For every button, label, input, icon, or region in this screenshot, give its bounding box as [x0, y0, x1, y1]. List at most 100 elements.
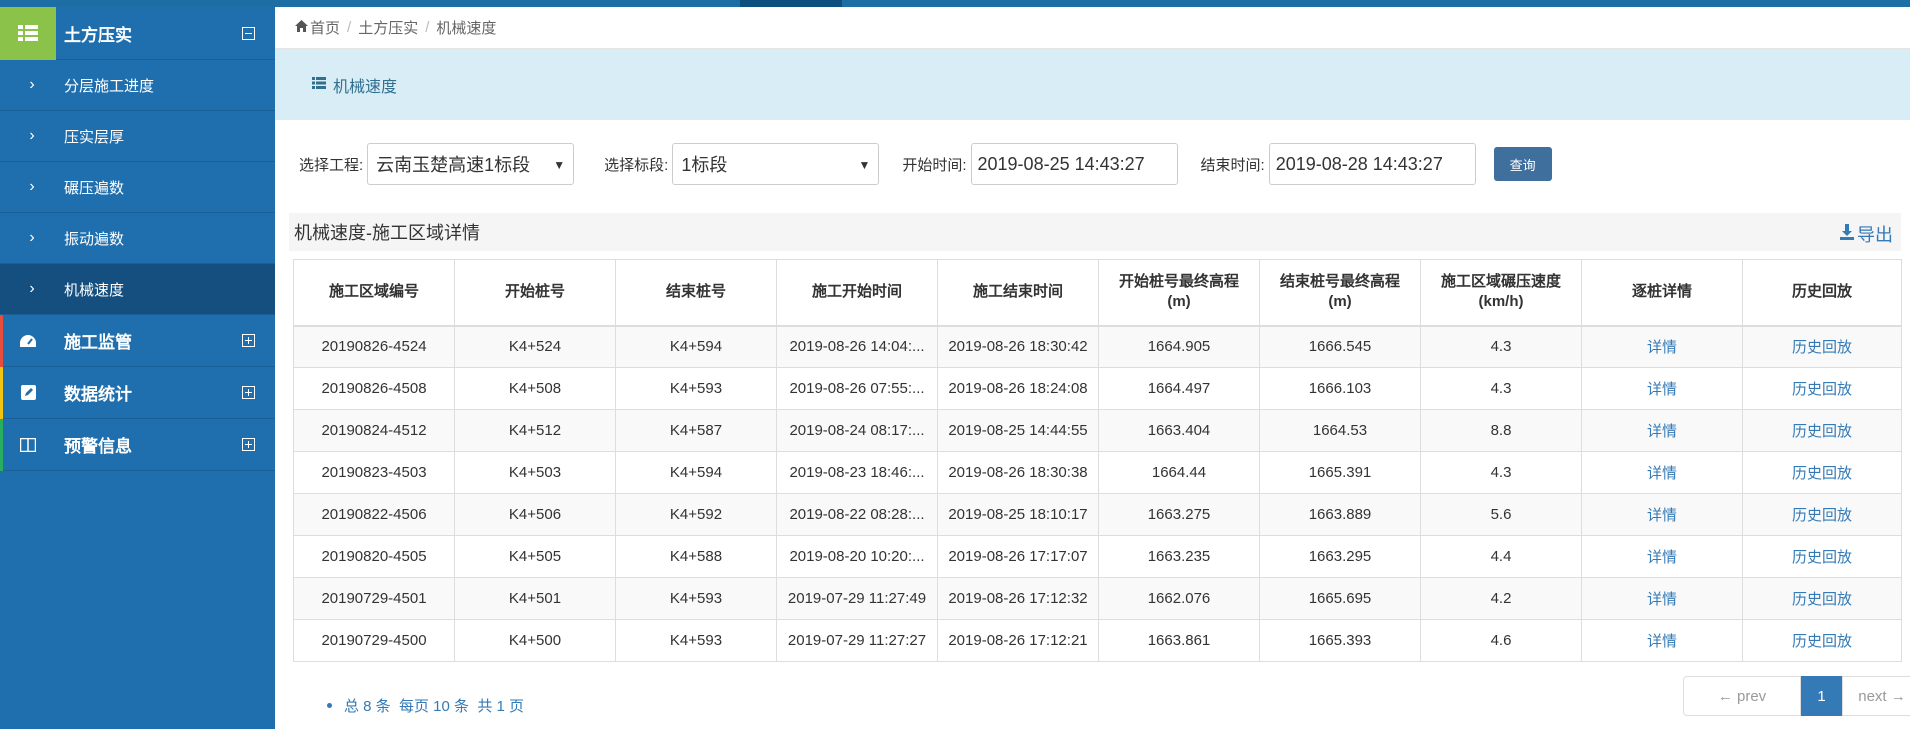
- detail-link[interactable]: 详情: [1647, 507, 1677, 524]
- table-cell: 2019-08-20 10:20:...: [776, 535, 938, 578]
- playback-link[interactable]: 历史回放: [1792, 423, 1852, 440]
- detail-link[interactable]: 详情: [1647, 423, 1677, 440]
- column-header[interactable]: 施工开始时间: [776, 259, 938, 327]
- group-accent-bar: [0, 367, 3, 419]
- column-header[interactable]: 历史回放: [1742, 259, 1902, 327]
- main-content: 首页 / 土方压实 / 机械速度 机械速度 选择工程: 云南玉楚高速1标段 ▼ …: [275, 7, 1910, 729]
- detail-link[interactable]: 详情: [1647, 549, 1677, 566]
- detail-link[interactable]: 详情: [1647, 633, 1677, 650]
- table-cell: 4.3: [1420, 367, 1582, 410]
- table-cell: 20190820-4505: [293, 535, 455, 578]
- table-cell: 1663.404: [1098, 409, 1260, 452]
- table-cell: 详情: [1581, 367, 1743, 410]
- table-row: 20190826-4508 K4+508 K4+593 2019-08-26 07:5…: [293, 367, 1902, 410]
- table-cell: 详情: [1581, 325, 1743, 368]
- column-header[interactable]: 结束桩号: [615, 259, 777, 327]
- detail-link[interactable]: 详情: [1647, 465, 1677, 482]
- sidebar-group[interactable]: 数据统计: [0, 367, 275, 419]
- table-cell: 20190824-4512: [293, 409, 455, 452]
- table-cell: 20190729-4501: [293, 577, 455, 620]
- expand-icon[interactable]: [242, 438, 255, 451]
- table-row: 20190823-4503 K4+503 K4+594 2019-08-23 18:4…: [293, 451, 1902, 494]
- panel-heading: 机械速度: [275, 49, 1910, 120]
- sidebar-subitem-label: 振动遍数: [64, 230, 125, 248]
- collapse-icon[interactable]: [242, 26, 255, 40]
- bullet-icon: [327, 703, 332, 708]
- export-button[interactable]: 导出: [1839, 221, 1893, 247]
- section-select[interactable]: 1标段 ▼: [672, 143, 880, 185]
- playback-link[interactable]: 历史回放: [1792, 381, 1852, 398]
- list-icon: [312, 76, 326, 94]
- sidebar-subitem[interactable]: › 机械速度: [0, 264, 275, 315]
- columns-icon: [0, 437, 56, 452]
- playback-link[interactable]: 历史回放: [1792, 549, 1852, 566]
- breadcrumb-level1[interactable]: 土方压实: [358, 17, 418, 38]
- edit-icon: [0, 385, 56, 400]
- sidebar-subitem[interactable]: › 振动遍数: [0, 213, 275, 264]
- playback-link[interactable]: 历史回放: [1792, 507, 1852, 524]
- playback-link[interactable]: 历史回放: [1792, 465, 1852, 482]
- data-table: 施工区域编号 开始桩号 结束桩号 施工开始时间 施工结束时间 开始桩号最终高程 (m) 结束桩…: [293, 259, 1902, 662]
- column-header[interactable]: 施工区域碾压速度 (km/h): [1420, 259, 1582, 327]
- sidebar-subitem[interactable]: › 压实层厚: [0, 111, 275, 162]
- column-header[interactable]: 结束桩号最终高程 (m): [1259, 259, 1421, 327]
- table-cell: 1664.497: [1098, 367, 1260, 410]
- table-cell: 1663.275: [1098, 493, 1260, 536]
- sidebar-subitem-label: 分层施工进度: [64, 77, 155, 95]
- section-title: 机械速度-施工区域详情: [294, 223, 480, 243]
- pagination-summary-text: 总 8 条 每页 10 条 共 1 页: [344, 698, 525, 715]
- table-cell: 1663.295: [1259, 535, 1421, 578]
- table-cell: 1665.695: [1259, 577, 1421, 620]
- table-cell: K4+506: [454, 493, 616, 536]
- prev-button[interactable]: ← prev: [1683, 676, 1801, 716]
- playback-link[interactable]: 历史回放: [1792, 633, 1852, 650]
- column-header[interactable]: 开始桩号: [454, 259, 616, 327]
- table-cell: K4+500: [454, 619, 616, 662]
- table-cell: 1664.53: [1259, 409, 1421, 452]
- page-1-button[interactable]: 1: [1801, 676, 1842, 716]
- table-cell: 1663.889: [1259, 493, 1421, 536]
- table-cell: 详情: [1581, 535, 1743, 578]
- breadcrumb-home[interactable]: 首页: [310, 17, 340, 38]
- expand-icon[interactable]: [242, 334, 255, 347]
- table-cell: 2019-08-26 18:24:08: [937, 367, 1099, 410]
- next-button[interactable]: next →: [1842, 676, 1910, 716]
- sidebar-subitem[interactable]: › 分层施工进度: [0, 60, 275, 111]
- column-header[interactable]: 施工结束时间: [937, 259, 1099, 327]
- sidebar-subitem[interactable]: › 碾压遍数: [0, 162, 275, 213]
- group-accent-bar: [0, 419, 3, 471]
- table-cell: 8.8: [1420, 409, 1582, 452]
- detail-link[interactable]: 详情: [1647, 381, 1677, 398]
- section-heading: 机械速度-施工区域详情 导出: [289, 213, 1901, 251]
- detail-link[interactable]: 详情: [1647, 339, 1677, 356]
- top-bar: [0, 0, 1910, 7]
- table-cell: 历史回放: [1742, 367, 1902, 410]
- column-header[interactable]: 施工区域编号: [293, 259, 455, 327]
- sidebar-group-label: 施工监管: [64, 333, 132, 352]
- download-icon: [1839, 223, 1855, 245]
- table-cell: 详情: [1581, 577, 1743, 620]
- table-cell: 2019-07-29 11:27:27: [776, 619, 938, 662]
- query-button[interactable]: 查询: [1493, 147, 1552, 181]
- column-header[interactable]: 开始桩号最终高程 (m): [1098, 259, 1260, 327]
- table-cell: 20190826-4524: [293, 325, 455, 368]
- sidebar-group[interactable]: 施工监管: [0, 315, 275, 367]
- start-time-input[interactable]: 2019-08-25 14:43:27: [970, 143, 1178, 185]
- sidebar-group[interactable]: 预警信息: [0, 419, 275, 471]
- project-select[interactable]: 云南玉楚高速1标段 ▼: [367, 143, 575, 185]
- table-row: 20190729-4501 K4+501 K4+593 2019-07-29 11:2…: [293, 577, 1902, 620]
- playback-link[interactable]: 历史回放: [1792, 339, 1852, 356]
- breadcrumb: 首页 / 土方压实 / 机械速度: [275, 7, 1910, 49]
- column-header[interactable]: 逐桩详情: [1581, 259, 1743, 327]
- end-time-input[interactable]: 2019-08-28 14:43:27: [1268, 143, 1476, 185]
- table-cell: 2019-08-26 07:55:...: [776, 367, 938, 410]
- expand-icon[interactable]: [242, 386, 255, 399]
- detail-link[interactable]: 详情: [1647, 591, 1677, 608]
- chevron-right-icon: ›: [29, 127, 35, 144]
- sidebar-header[interactable]: 土方压实: [0, 6, 275, 60]
- sidebar: 土方压实 › 分层施工进度 › 压实层厚 › 碾压遍数 › 振动遍数 › 机械速度 施工监管 数据统…: [0, 6, 275, 729]
- start-time-label: 开始时间:: [902, 156, 967, 174]
- playback-link[interactable]: 历史回放: [1792, 591, 1852, 608]
- table-cell: 2019-08-26 18:30:38: [937, 451, 1099, 494]
- chevron-right-icon: ›: [29, 229, 35, 246]
